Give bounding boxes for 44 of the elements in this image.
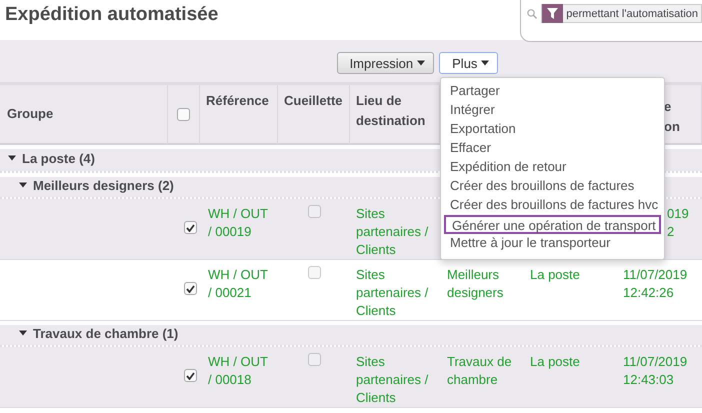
group-label[interactable]: Travaux de chambre (1) <box>33 326 178 340</box>
column-header[interactable]: Groupe <box>0 85 168 145</box>
table-cell-text: Sites partenaires / Clients <box>356 205 430 259</box>
table-cell-text: 11/07/2019 12:43:03 <box>623 353 688 389</box>
menu-item[interactable]: Intégrer <box>441 101 664 120</box>
table-cell-text: Meilleurs designers <box>447 266 504 302</box>
column-header[interactable]: Cueillette <box>278 85 350 145</box>
filter-facet[interactable]: permettant l'automatisation <box>541 4 702 23</box>
checkbox[interactable] <box>184 369 196 382</box>
table-cell-text: Sites partenaires / Clients <box>356 353 430 407</box>
caret-icon <box>481 59 490 67</box>
search-icon <box>527 7 538 21</box>
table-cell: La poste <box>530 266 580 284</box>
table-cell-text: Travaux de chambre <box>447 353 513 389</box>
caret-icon <box>417 59 426 67</box>
table-cell: 2 <box>667 223 674 241</box>
checkbox[interactable] <box>308 353 320 366</box>
menu-item[interactable]: Expédition de retour <box>441 158 664 177</box>
page-title: Expédition automatisée <box>4 3 218 26</box>
table-cell-text: Sites partenaires / Clients <box>356 266 430 320</box>
table-cell: 019 <box>667 205 689 223</box>
menu-item[interactable]: Exportation <box>441 120 664 139</box>
search-field[interactable]: permettant l'automatisation <box>520 0 702 42</box>
table-cell: La poste <box>530 353 580 371</box>
dropdown-button[interactable]: Plus <box>439 52 498 74</box>
menu-item[interactable]: Partager <box>441 82 664 101</box>
column-header[interactable]: on <box>664 117 680 137</box>
menu-item[interactable]: Mettre à jour le transporteur <box>441 234 664 253</box>
table-cell-text: 11/07/2019 12:42:26 <box>623 266 688 302</box>
checkbox[interactable] <box>308 266 320 279</box>
menu-item[interactable]: Créer des brouillons de factures hvc <box>441 196 664 215</box>
menu-item[interactable]: Effacer <box>441 139 664 158</box>
checkbox[interactable] <box>177 108 190 120</box>
checkbox[interactable] <box>184 282 196 295</box>
checkbox[interactable] <box>308 205 320 218</box>
menu-item[interactable]: Générer une opération de transport <box>444 215 661 234</box>
dropdown-button[interactable]: Impression <box>336 52 434 74</box>
filter-icon <box>547 8 558 19</box>
checkbox[interactable] <box>184 221 196 234</box>
menu-item[interactable]: Créer des brouillons de factures <box>441 177 664 196</box>
group-label[interactable]: La poste (4) <box>22 150 95 166</box>
column-header[interactable]: Lieu de destination <box>350 85 440 145</box>
group-label[interactable]: Meilleurs designers (2) <box>33 178 174 192</box>
column-header[interactable]: Référence <box>200 85 278 145</box>
